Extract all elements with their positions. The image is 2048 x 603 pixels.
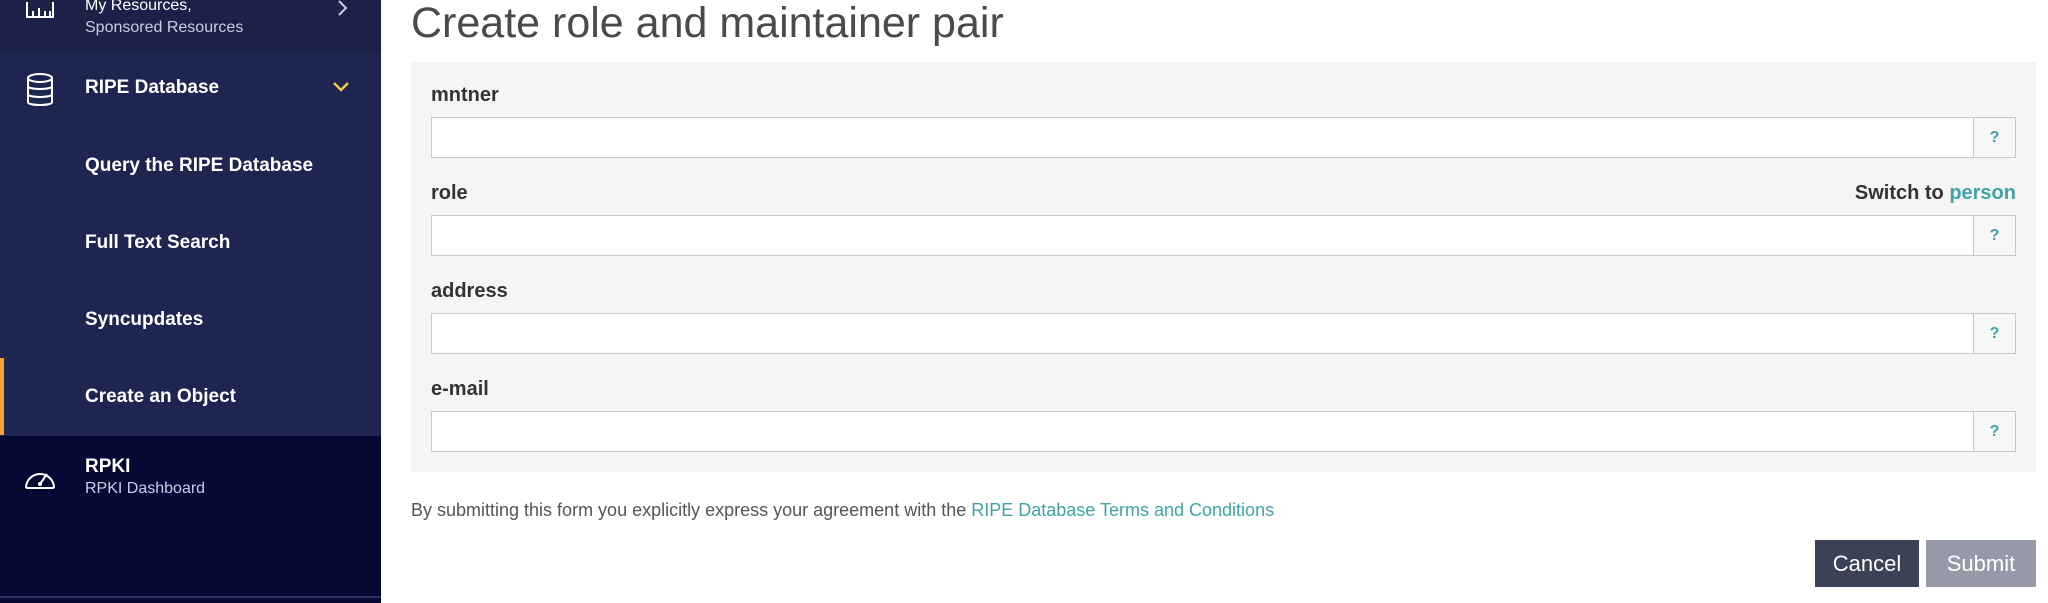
role-label: role xyxy=(431,182,468,204)
sidebar-item-label: Full Text Search xyxy=(85,231,231,253)
sidebar-item-rpki[interactable]: RPKI RPKI Dashboard xyxy=(0,436,381,524)
address-field-group: ? xyxy=(431,313,2016,354)
terms-text: By submitting this form you explicitly e… xyxy=(411,500,967,520)
sidebar-item-sublabel: Sponsored Resources xyxy=(85,19,244,36)
submit-button[interactable]: Submit xyxy=(1926,540,2036,587)
sidebar-item-query-ripe-database[interactable]: Query the RIPE Database xyxy=(0,127,381,204)
sidebar-divider xyxy=(0,596,381,598)
create-role-maintainer-form: mntner ? role Switch to person ? address… xyxy=(411,62,2036,472)
sidebar-item-sublabel: RPKI Dashboard xyxy=(85,480,206,497)
email-input[interactable] xyxy=(432,412,1974,451)
role-field-group: ? xyxy=(431,215,2016,256)
address-help-button[interactable]: ? xyxy=(1973,314,2015,353)
switch-person-link[interactable]: person xyxy=(1949,182,2016,204)
email-label: e-mail xyxy=(431,378,489,400)
sidebar-item-ripe-database[interactable]: RIPE Database xyxy=(0,51,381,126)
switch-to-person: Switch to person xyxy=(1855,182,2016,205)
sidebar-item-label: My Resources, xyxy=(85,0,192,14)
terms-notice: By submitting this form you explicitly e… xyxy=(411,500,1274,521)
chevron-down-icon[interactable] xyxy=(332,81,350,93)
database-icon xyxy=(26,73,54,107)
sidebar-item-label: Create an Object xyxy=(85,385,236,407)
sidebar-item-syncupdates[interactable]: Syncupdates xyxy=(0,281,381,358)
ruler-icon xyxy=(24,0,56,20)
sidebar-item-my-resources[interactable]: My Resources, Sponsored Resources xyxy=(0,0,381,51)
address-input[interactable] xyxy=(432,314,1974,353)
mntner-help-button[interactable]: ? xyxy=(1973,118,2015,157)
sidebar-item-create-an-object[interactable]: Create an Object xyxy=(0,358,381,435)
sidebar-item-label: RIPE Database xyxy=(85,77,220,98)
sidebar: My Resources, Sponsored Resources RIPE D… xyxy=(0,0,381,603)
cancel-button[interactable]: Cancel xyxy=(1815,540,1919,587)
sidebar-item-label: Syncupdates xyxy=(85,308,204,330)
sidebar-group-ripe-database: RIPE Database Query the RIPE Database Fu… xyxy=(0,51,381,436)
sidebar-item-full-text-search[interactable]: Full Text Search xyxy=(0,204,381,281)
role-input[interactable] xyxy=(432,216,1974,255)
mntner-label: mntner xyxy=(431,84,499,106)
mntner-input[interactable] xyxy=(432,118,1974,157)
mntner-field-group: ? xyxy=(431,117,2016,158)
email-field-group: ? xyxy=(431,411,2016,452)
address-label: address xyxy=(431,280,508,302)
chevron-right-icon xyxy=(336,0,350,16)
terms-link[interactable]: RIPE Database Terms and Conditions xyxy=(971,500,1274,520)
sidebar-item-label: RPKI xyxy=(85,456,131,477)
email-help-button[interactable]: ? xyxy=(1973,412,2015,451)
role-help-button[interactable]: ? xyxy=(1973,216,2015,255)
page-title: Create role and maintainer pair xyxy=(411,0,1004,47)
gauge-icon xyxy=(22,464,58,494)
sidebar-item-label: Query the RIPE Database xyxy=(85,154,314,176)
main-content: Create role and maintainer pair mntner ?… xyxy=(381,0,2048,603)
switch-prefix: Switch to xyxy=(1854,182,1944,204)
